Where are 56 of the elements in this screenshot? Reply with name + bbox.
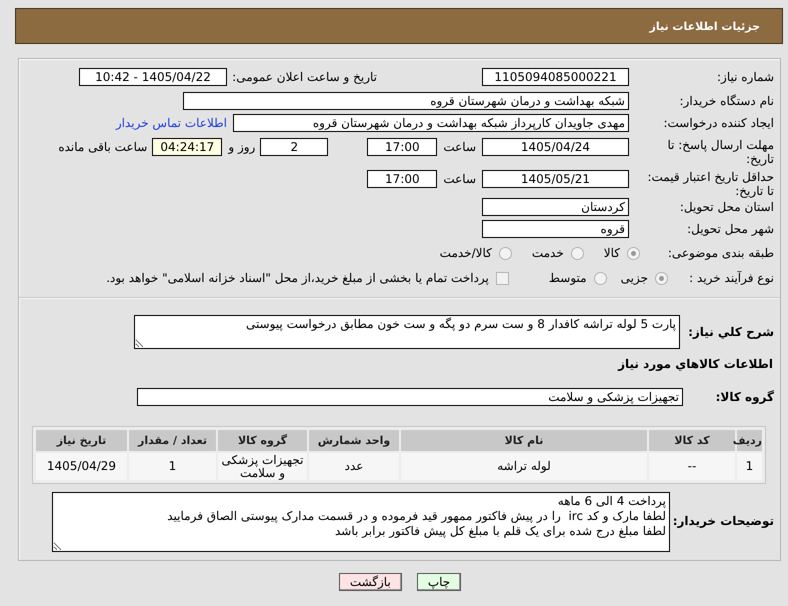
contact-link[interactable]: اطلاعات تماس خریدار	[116, 114, 227, 132]
field-label: ایجاد کننده درخواست:	[663, 116, 774, 130]
time-label: ساعت	[443, 171, 476, 188]
option-label: پرداخت تمام یا بخشی از مبلغ خرید،از محل "اسناد خزانه اسلامی" خواهد بود.	[106, 270, 489, 287]
option-label: کالا/خدمت	[440, 245, 492, 262]
requester-field[interactable]: مهدی جاویدان کارپرداز شبکه بهداشت و درمان شهرستان قروه	[233, 114, 629, 132]
table-cell: --	[649, 453, 735, 480]
table-cell: 1	[129, 453, 216, 480]
description-field[interactable]: پارت 5 لوله تراشه کافدار 8 و ست سرم دو پگه و ست خون مطابق درخواست پیوستی	[134, 315, 680, 349]
deadline-date-field[interactable]: 1405/04/24	[482, 138, 629, 156]
field-label: حداقل تاریخ اعتبار قیمت: تا تاریخ:	[647, 170, 774, 198]
field-label: شماره نیاز:	[717, 70, 774, 84]
option-label: جزیی	[620, 270, 648, 287]
field-label: تاریخ و ساعت اعلان عمومی:	[232, 70, 377, 84]
time-label: ساعت	[443, 139, 476, 156]
section-title: اطلاعات کالاهاي مورد نیاز	[618, 357, 773, 371]
deadline-time-field[interactable]: 17:00	[367, 138, 438, 156]
column-header: تعداد / مقدار	[129, 430, 216, 451]
need-number-field[interactable]: 1105094085000221	[482, 68, 629, 86]
field-label: نام دستگاه خریدار:	[680, 94, 774, 108]
field-label: شرح کلي نیاز:	[688, 325, 774, 339]
days-field[interactable]: 2	[260, 138, 328, 156]
column-header: کد کالا	[649, 430, 735, 451]
buyer-org-field[interactable]: شبکه بهداشت و درمان شهرستان قروه	[183, 92, 629, 110]
validity-date-field[interactable]: 1405/05/21	[482, 170, 629, 188]
table-cell: 1	[737, 453, 762, 480]
column-header: گروه کالا	[218, 430, 307, 451]
city-field[interactable]: قروه	[482, 220, 629, 238]
table-cell: لوله تراشه	[401, 453, 647, 480]
option-label: متوسط	[548, 270, 587, 287]
column-header: نام کالا	[401, 430, 647, 451]
field-label: شهر محل تحویل:	[687, 222, 774, 236]
field-label: گروه کالا:	[716, 390, 774, 404]
option-label: کالا	[604, 245, 620, 262]
back-button[interactable]: بازگشت	[338, 573, 402, 591]
table-cell: تجهیزات پزشکی و سلامت	[218, 453, 307, 480]
province-field[interactable]: کردستان	[482, 198, 629, 216]
column-header: واحد شمارش	[309, 430, 399, 451]
remaining-label: ساعت باقی مانده	[58, 139, 148, 156]
validity-time-field[interactable]: 17:00	[367, 170, 438, 188]
option-label: خدمت	[532, 245, 564, 262]
announcement-date-field[interactable]: 1405/04/22 - 10:42	[79, 68, 227, 86]
remaining-time-field[interactable]: 04:24:17	[152, 138, 222, 156]
buyer-notes-field[interactable]: پرداخت 4 الی 6 ماهه لطفا مارک و کد irc را در پیش فاکتور ممهور قید فرموده و در قسمت مدارک پیوستی الصاق فرمایید لطفا مبلغ درج شده برای یک قلم با مبلغ کل پیش فاکتور برابر باشد	[52, 492, 670, 552]
field-label: نوع فرآیند خرید :	[689, 271, 774, 285]
field-label: مهلت ارسال پاسخ: تا تاریخ:	[667, 138, 774, 166]
page-title: جزئیات اطلاعات نیاز	[650, 20, 760, 32]
column-header: تاریخ نیاز	[36, 430, 127, 451]
goods-group-field[interactable]: تجهیزات پزشکی و سلامت	[137, 388, 683, 406]
field-label: توضیحات خریدار:	[672, 514, 774, 528]
days-label: روز و	[228, 139, 256, 156]
field-label: طبقه بندی موضوعی:	[668, 246, 774, 260]
table-cell: عدد	[309, 453, 399, 480]
table-cell: 1405/04/29	[36, 453, 127, 480]
print-button[interactable]: چاپ	[416, 573, 462, 591]
field-label: استان محل تحویل:	[680, 200, 774, 214]
